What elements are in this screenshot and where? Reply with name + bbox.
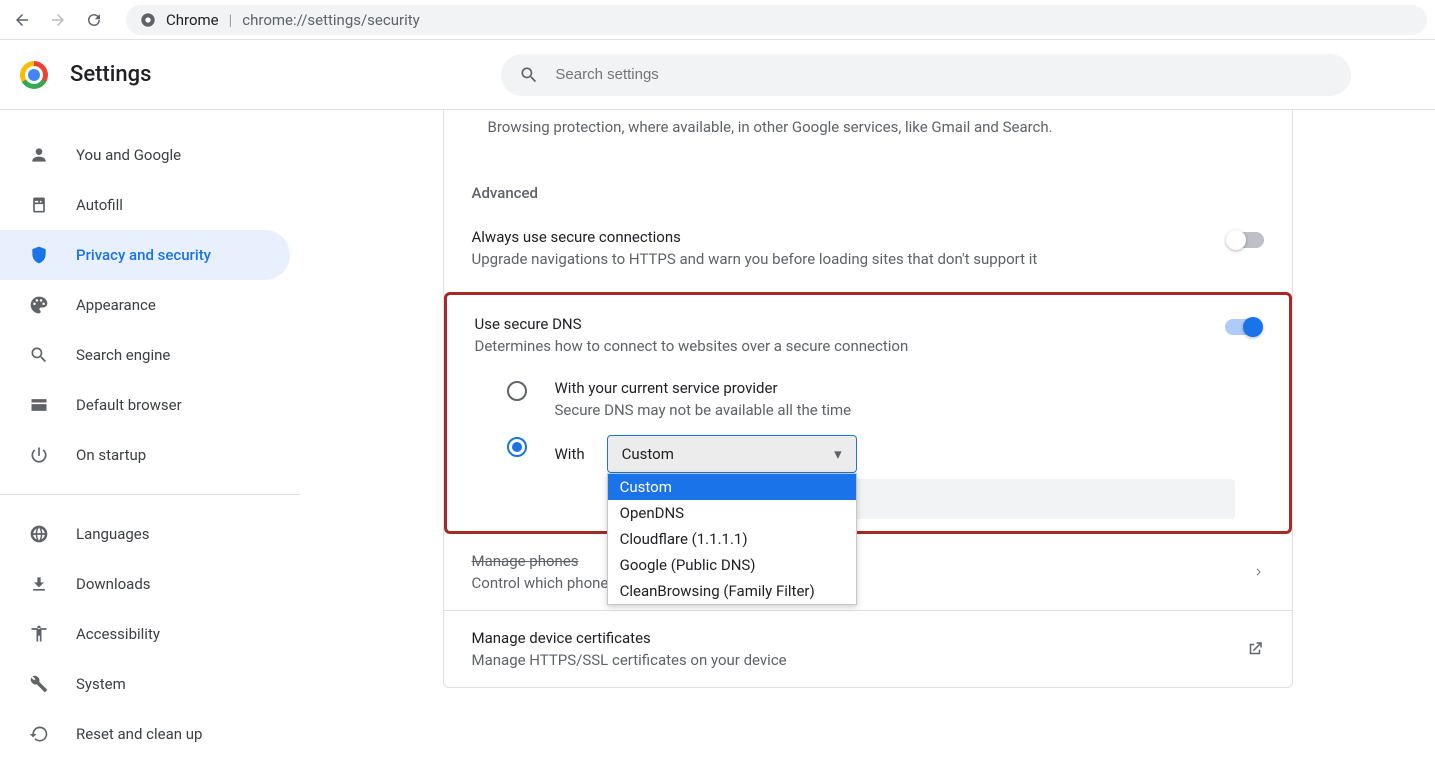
external-link-icon (1246, 640, 1264, 658)
sidebar-item-label: Languages (76, 525, 150, 543)
sidebar-divider (0, 494, 300, 495)
sidebar-item-label: Appearance (76, 296, 156, 314)
sidebar-item-downloads[interactable]: Downloads (0, 559, 290, 609)
option-description: Secure DNS may not be available all the … (555, 401, 852, 419)
radio-icon[interactable] (507, 381, 527, 401)
dropdown-option-cloudflare[interactable]: Cloudflare (1.1.1.1) (608, 526, 856, 552)
settings-header: Settings (0, 40, 1435, 110)
advanced-section-title: Advanced (444, 156, 1292, 212)
reload-button[interactable] (80, 6, 108, 34)
setting-description: Determines how to connect to websites ov… (475, 337, 1205, 355)
settings-panel: Browsing protection, where available, in… (443, 110, 1293, 746)
address-divider: | (229, 11, 233, 29)
shield-icon (28, 244, 50, 266)
setting-description: Manage HTTPS/SSL certificates on your de… (472, 651, 787, 669)
chevron-down-icon: ▾ (834, 445, 842, 463)
dropdown-selected-value: Custom (622, 445, 674, 463)
secure-dns-provider-dropdown[interactable]: Custom ▾ (607, 435, 857, 473)
address-bar[interactable]: Chrome | chrome://settings/security (126, 5, 1427, 35)
search-settings-field[interactable] (501, 54, 1351, 96)
toggle-use-secure-dns[interactable] (1225, 319, 1261, 335)
search-icon (28, 344, 50, 366)
accessibility-icon (28, 623, 50, 645)
sidebar-item-label: Privacy and security (76, 246, 211, 264)
secure-dns-provider-dropdown-list: Custom OpenDNS Cloudflare (1.1.1.1) Goog… (607, 473, 857, 605)
setting-manage-certificates[interactable]: Manage device certificates Manage HTTPS/… (444, 610, 1292, 687)
sidebar-item-label: Search engine (76, 346, 170, 364)
search-input[interactable] (555, 66, 1333, 83)
download-icon (28, 573, 50, 595)
dropdown-option-google[interactable]: Google (Public DNS) (608, 552, 856, 578)
secure-dns-option-current-provider[interactable]: With your current service provider Secur… (447, 371, 1289, 427)
sidebar-item-you-and-google[interactable]: You and Google (0, 130, 290, 180)
sidebar-item-reset[interactable]: Reset and clean up (0, 709, 290, 759)
dropdown-option-opendns[interactable]: OpenDNS (608, 500, 856, 526)
sidebar-item-autofill[interactable]: Autofill (0, 180, 290, 230)
dropdown-option-cleanbrowsing[interactable]: CleanBrowsing (Family Filter) (608, 578, 856, 604)
setting-description: Upgrade navigations to HTTPS and warn yo… (472, 250, 1208, 268)
person-icon (28, 144, 50, 166)
settings-sidebar: You and Google Autofill Privacy and secu… (0, 110, 300, 746)
chevron-right-icon (1254, 565, 1264, 579)
sidebar-item-on-startup[interactable]: On startup (0, 430, 290, 480)
option--title: With your current service provider (555, 379, 852, 397)
wrench-icon (28, 673, 50, 695)
sidebar-item-accessibility[interactable]: Accessibility (0, 609, 290, 659)
secure-dns-option-with[interactable]: With Custom ▾ Custom OpenDNS (447, 427, 1289, 527)
forward-button[interactable] (44, 6, 72, 34)
sidebar-item-languages[interactable]: Languages (0, 509, 290, 559)
search-icon (519, 65, 539, 85)
sidebar-item-appearance[interactable]: Appearance (0, 280, 290, 330)
sidebar-item-system[interactable]: System (0, 659, 290, 709)
toggle-always-secure-connections[interactable] (1228, 232, 1264, 248)
sidebar-item-label: System (76, 675, 126, 693)
sidebar-item-label: Accessibility (76, 625, 160, 643)
dropdown-option-custom[interactable]: Custom (608, 474, 856, 500)
setting-title: Manage device certificates (472, 629, 787, 647)
browser-icon (28, 394, 50, 416)
chrome-icon (140, 12, 156, 28)
page-title: Settings (70, 62, 151, 87)
address-prefix: Chrome (166, 11, 219, 29)
sidebar-item-default-browser[interactable]: Default browser (0, 380, 290, 430)
setting-use-secure-dns: Use secure DNS Determines how to connect… (447, 299, 1289, 371)
chrome-logo-icon (20, 61, 48, 89)
main-content: Browsing protection, where available, in… (300, 110, 1435, 746)
arrow-right-icon (49, 11, 67, 29)
power-icon (28, 444, 50, 466)
autofill-icon (28, 194, 50, 216)
back-button[interactable] (8, 6, 36, 34)
sidebar-item-search-engine[interactable]: Search engine (0, 330, 290, 380)
palette-icon (28, 294, 50, 316)
sidebar-item-label: Downloads (76, 575, 151, 593)
globe-icon (28, 523, 50, 545)
sidebar-item-label: You and Google (76, 146, 181, 164)
sidebar-item-label: Reset and clean up (76, 725, 202, 743)
setting-manage-phones[interactable]: Manage phones Control which phones you u… (444, 534, 1292, 610)
address-url: chrome://settings/security (242, 11, 419, 29)
safe-browsing-description: Browsing protection, where available, in… (444, 110, 1292, 156)
radio-icon[interactable] (507, 437, 527, 457)
setting-always-secure-connections: Always use secure connections Upgrade na… (444, 212, 1292, 284)
setting-title: Use secure DNS (475, 315, 1205, 333)
sidebar-item-label: Autofill (76, 196, 123, 214)
sidebar-item-label: Default browser (76, 396, 182, 414)
arrow-left-icon (13, 11, 31, 29)
sidebar-item-label: On startup (76, 446, 146, 464)
secure-dns-highlight: Use secure DNS Determines how to connect… (444, 292, 1292, 534)
setting-title: Always use secure connections (472, 228, 1208, 246)
reload-icon (85, 11, 103, 29)
reset-icon (28, 723, 50, 745)
option-with-label: With (555, 445, 585, 463)
sidebar-item-privacy-security[interactable]: Privacy and security (0, 230, 290, 280)
browser-toolbar: Chrome | chrome://settings/security (0, 0, 1435, 40)
